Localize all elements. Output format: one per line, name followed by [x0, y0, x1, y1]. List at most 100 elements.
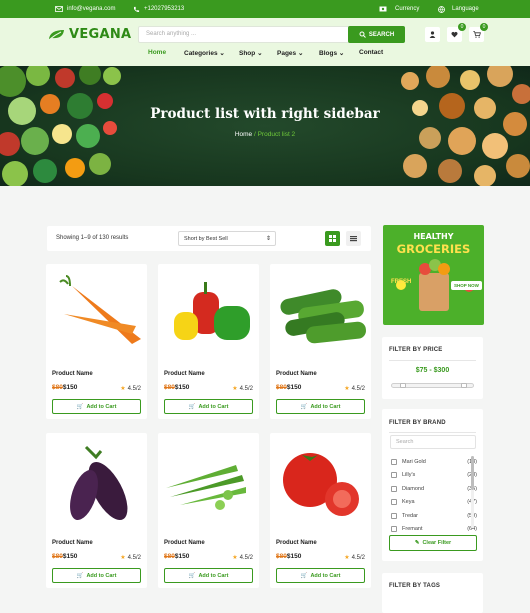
email-text: info@vegana.com	[67, 6, 116, 12]
brand-option[interactable]: Diamond(35)	[391, 484, 477, 494]
product-name[interactable]: Product Name	[164, 371, 205, 377]
product-card[interactable]: Product Name $80$150 ★ 4.5/2 🛒 Add to Cart	[158, 264, 259, 419]
chevron-down-icon: ⌄	[219, 50, 225, 57]
product-card[interactable]: Product Name $80$150 ★ 4.5/2 🛒 Add to Cart	[270, 433, 371, 588]
sort-select[interactable]: Short by Best Sell ⇕	[178, 231, 276, 246]
brand-checkbox[interactable]	[391, 472, 397, 479]
add-to-cart-button[interactable]: 🛒 Add to Cart	[276, 568, 365, 583]
promo-banner[interactable]: HEALTHY GROCERIES FRESH SHOP NOW	[383, 225, 484, 325]
current-price: $150	[286, 553, 302, 560]
add-to-cart-button[interactable]: 🛒 Add to Cart	[164, 568, 253, 583]
add-to-cart-label: Add to Cart	[86, 572, 117, 579]
rating-value: 4.5/2	[351, 554, 365, 561]
product-price: $80$150	[164, 553, 189, 560]
brand-option[interactable]: Keya(47)	[391, 497, 477, 507]
add-to-cart-button[interactable]: 🛒 Add to Cart	[276, 399, 365, 414]
chevron-down-icon: ⌄	[297, 50, 304, 57]
product-rating: ★ 4.5/2	[120, 554, 141, 562]
top-bar: info@vegana.com +12027953213 Currency La…	[0, 0, 530, 18]
nav-shop[interactable]: Shop ⌄	[239, 49, 263, 57]
price-slider-max-handle[interactable]	[461, 383, 468, 388]
grocery-bag-illustration	[396, 259, 474, 311]
current-price: $150	[62, 553, 78, 560]
phone-text: +12027953213	[144, 6, 185, 12]
clear-filter-button[interactable]: ✎ Clear Filter	[389, 535, 477, 551]
brand-name: Keya	[402, 499, 415, 506]
currency-selector[interactable]: Currency	[379, 0, 419, 18]
nav-blogs[interactable]: Blogs ⌄	[319, 49, 344, 57]
grid-view-button[interactable]	[325, 231, 340, 246]
nav-home[interactable]: Home	[148, 49, 166, 56]
site-logo[interactable]: VEGANA	[48, 27, 131, 42]
cart-button[interactable]: 0	[469, 23, 488, 42]
brand-search-input[interactable]: Search	[390, 435, 476, 449]
current-price: $150	[286, 384, 302, 391]
add-to-cart-button[interactable]: 🛒 Add to Cart	[52, 568, 141, 583]
old-price: $80	[52, 553, 63, 560]
star-icon: ★	[344, 555, 350, 561]
product-card[interactable]: Product Name $80$150 ★ 4.5/2 🛒 Add to Cart	[270, 264, 371, 419]
brand-checkbox[interactable]	[391, 512, 397, 519]
product-name[interactable]: Product Name	[276, 371, 317, 377]
phone-link[interactable]: +12027953213	[133, 0, 184, 18]
breadcrumb-home[interactable]: Home	[235, 131, 252, 138]
product-image-carrot	[59, 275, 141, 344]
current-price: $150	[174, 553, 190, 560]
brand-checkbox[interactable]	[391, 485, 397, 492]
price-range-value: $75 - $300	[415, 367, 450, 374]
price-filter-title: FILTER BY PRICE	[389, 347, 443, 353]
product-name[interactable]: Product Name	[276, 540, 317, 546]
nav-shop-label: Shop	[239, 50, 256, 57]
star-icon: ★	[120, 386, 126, 392]
add-to-cart-button[interactable]: 🛒 Add to Cart	[52, 399, 141, 414]
cart-icon: 🛒	[300, 572, 308, 579]
brush-icon: ✎	[414, 540, 420, 546]
language-selector[interactable]: Language	[438, 0, 479, 18]
account-button[interactable]	[425, 27, 440, 42]
brand-checkbox[interactable]	[391, 459, 397, 465]
scrollbar-thumb[interactable]	[471, 456, 474, 490]
brand-option[interactable]: Fremant (64)	[391, 524, 477, 534]
product-name[interactable]: Product Name	[52, 540, 93, 546]
brand-option[interactable]: Mari Gold(13)	[391, 457, 477, 467]
product-card[interactable]: Product Name $80$150 ★ 4.5/2 🛒 Add to Cart	[46, 433, 147, 588]
list-icon	[350, 236, 357, 242]
price-slider-min-handle[interactable]	[400, 383, 407, 388]
search-input[interactable]: Search anything ...	[138, 26, 350, 43]
brand-name: Lilly's	[402, 472, 416, 479]
mail-icon	[55, 6, 63, 12]
email-link[interactable]: info@vegana.com	[55, 0, 115, 18]
brand-checkbox[interactable]	[391, 499, 397, 506]
currency-label: Currency	[395, 6, 420, 12]
price-slider-track[interactable]	[391, 383, 474, 388]
brand-list-scrollbar[interactable]	[471, 456, 474, 528]
star-icon: ★	[232, 386, 238, 392]
brand-name: Fremant	[402, 526, 423, 532]
clear-filter-label: Clear Filter	[422, 540, 452, 546]
brand-option[interactable]: Lilly's(28)	[391, 470, 477, 480]
product-card[interactable]: Product Name $80$150 ★ 4.5/2 🛒 Add to Cart	[46, 264, 147, 419]
list-view-button[interactable]	[346, 231, 361, 246]
search-button[interactable]: SEARCH	[348, 26, 405, 43]
nav-pages[interactable]: Pages ⌄	[277, 49, 303, 57]
product-card[interactable]: Product Name $80$150 ★ 4.5/2 🛒 Add to Cart	[158, 433, 259, 588]
grid-icon	[329, 235, 336, 242]
add-to-cart-button[interactable]: 🛒 Add to Cart	[164, 399, 253, 414]
shop-now-button[interactable]: SHOP NOW	[451, 281, 482, 290]
add-to-cart-label: Add to Cart	[310, 572, 341, 579]
promo-tag: FRESH	[391, 279, 412, 285]
product-name[interactable]: Product Name	[52, 371, 93, 377]
product-name[interactable]: Product Name	[164, 540, 205, 546]
brand-option[interactable]: Tredar(59)	[391, 511, 477, 521]
nav-categories[interactable]: Categories ⌄	[184, 49, 225, 57]
page-title: Product list with right sidebar	[150, 106, 380, 122]
rating-value: 4.5/2	[351, 385, 365, 392]
wishlist-count-badge: 0	[458, 23, 466, 31]
product-image-bell-peppers	[174, 282, 250, 340]
logo-text: VEGANA	[69, 27, 132, 42]
nav-contact[interactable]: Contact	[359, 49, 383, 56]
product-image-cucumbers	[280, 289, 366, 344]
old-price: $80	[276, 384, 287, 391]
brand-checkbox[interactable]	[391, 526, 397, 532]
wishlist-button[interactable]: 0	[447, 23, 466, 42]
